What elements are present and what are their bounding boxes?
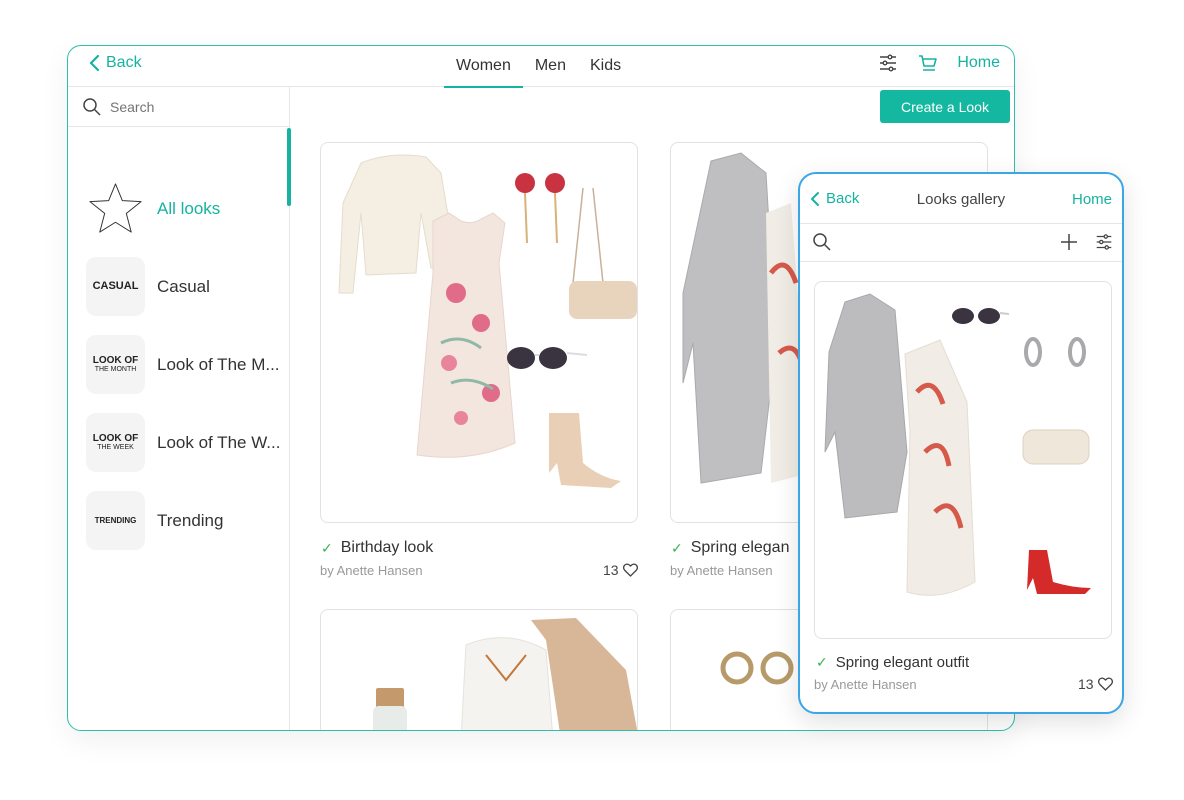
look-title[interactable]: ✓ Birthday look [321, 539, 433, 557]
like-count: 13 [1078, 676, 1094, 692]
like-button[interactable]: 13 [603, 562, 638, 578]
thumbnail-logo-subtext: THE MONTH [94, 366, 137, 373]
search-bar [68, 87, 289, 127]
look-author: by Anette Hansen [814, 677, 917, 692]
thumbnail-logo-text: LOOK OF [92, 355, 139, 366]
category-thumbnail: LOOK OF THE MONTH [86, 335, 145, 394]
phone-frame: Back Looks gallery Home ✓ Spring elegant… [798, 172, 1124, 714]
heart-icon [622, 563, 638, 577]
look-title-text: Spring elegant outfit [835, 654, 970, 671]
filter-icon[interactable] [877, 52, 899, 74]
sidebar-item-casual[interactable]: CASUAL Casual [86, 257, 210, 316]
look-title-text: Birthday look [340, 539, 434, 556]
home-link[interactable]: Home [957, 54, 1000, 72]
tab-women[interactable]: Women [444, 46, 523, 88]
check-icon: ✓ [671, 539, 683, 556]
sidebar-item-all-looks[interactable]: All looks [86, 179, 220, 238]
look-author: by Anette Hansen [320, 563, 423, 578]
search-icon [83, 97, 101, 116]
phone-toolbar [800, 224, 1122, 262]
look-card-spring-elegant[interactable] [814, 281, 1112, 639]
thumbnail-logo-text: TRENDING [94, 515, 137, 525]
sidebar-item-label: All looks [157, 198, 221, 218]
tab-men[interactable]: Men [523, 46, 578, 87]
like-button[interactable]: 13 [1078, 676, 1113, 692]
search-input[interactable] [110, 98, 270, 115]
outfit-image [338, 154, 637, 488]
thumbnail-logo-text: LOOK OF [92, 433, 139, 444]
category-thumbnail: TRENDING [86, 491, 145, 550]
category-thumbnail: CASUAL [86, 257, 145, 316]
outfit-image [373, 618, 637, 730]
look-title-text: Spring elegan [690, 539, 790, 556]
sidebar-item-label: Trending [157, 510, 224, 530]
sidebar-item-label: Casual [157, 276, 210, 296]
look-card[interactable] [320, 609, 638, 730]
check-icon: ✓ [816, 654, 828, 670]
create-look-button[interactable]: Create a Look [880, 90, 1010, 123]
gender-tabs: Women Men Kids [444, 46, 633, 88]
look-author: by Anette Hansen [670, 563, 773, 578]
sidebar-item-trending[interactable]: TRENDING Trending [86, 491, 223, 550]
star-icon [86, 179, 145, 238]
home-link[interactable]: Home [1072, 191, 1112, 208]
heart-icon [1097, 677, 1113, 691]
tab-kids[interactable]: Kids [578, 46, 633, 87]
sidebar-item-look-of-the-week[interactable]: LOOK OF THE WEEK Look of The W... [86, 413, 280, 472]
sidebar-item-label: Look of The W... [157, 432, 281, 452]
phone-top-bar: Back Looks gallery Home [800, 174, 1122, 224]
sidebar-item-label: Look of The M... [157, 354, 280, 374]
sidebar-item-look-of-the-month[interactable]: LOOK OF THE MONTH Look of The M... [86, 335, 280, 394]
top-bar: Back Women Men Kids Home [68, 46, 1014, 88]
filter-icon[interactable] [1094, 232, 1114, 252]
check-icon: ✓ [321, 539, 333, 556]
outfit-image [824, 293, 1091, 596]
thumbnail-logo-subtext: THE WEEK [97, 444, 134, 451]
top-actions: Home [877, 52, 1000, 74]
back-label: Back [106, 54, 142, 71]
look-card-birthday[interactable] [320, 142, 638, 523]
chevron-left-icon [89, 54, 100, 72]
category-thumbnail: LOOK OF THE WEEK [86, 413, 145, 472]
look-title[interactable]: ✓ Spring elegant outfit [816, 654, 969, 671]
cart-icon[interactable] [917, 52, 939, 74]
thumbnail-logo-text: CASUAL [92, 280, 139, 292]
active-indicator [287, 128, 291, 206]
back-button[interactable]: Back [88, 54, 142, 72]
search-icon[interactable] [812, 232, 832, 252]
like-count: 13 [603, 562, 619, 578]
plus-icon[interactable] [1060, 233, 1078, 251]
look-title[interactable]: ✓ Spring elegan [671, 539, 789, 557]
category-sidebar: All looks CASUAL Casual LOOK OF THE MONT… [68, 87, 290, 730]
